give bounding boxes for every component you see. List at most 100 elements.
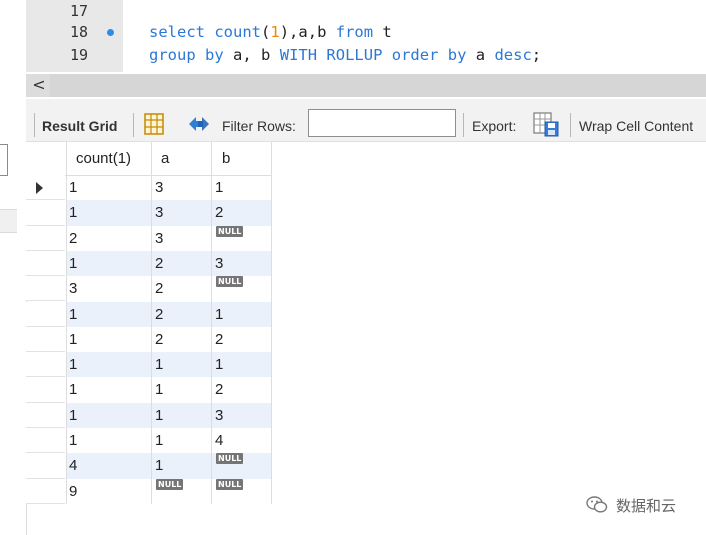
watermark-text: 数据和云 — [616, 496, 677, 515]
row-selector[interactable] — [26, 301, 65, 327]
row-background — [66, 428, 271, 453]
row-selector[interactable] — [26, 175, 65, 201]
breakpoint-dot-icon[interactable] — [107, 29, 114, 36]
table-cell[interactable]: 1 — [155, 356, 163, 373]
table-cell[interactable]: 2 — [215, 331, 223, 348]
table-cell[interactable]: 3 — [69, 280, 77, 297]
adjacent-panel — [0, 0, 18, 535]
table-cell[interactable]: 3 — [155, 204, 163, 221]
result-grid-tab[interactable]: Result Grid — [42, 117, 117, 135]
row-background — [66, 175, 271, 200]
table-cell[interactable]: 1 — [155, 407, 163, 424]
table-row[interactable]: 1 3 1 — [26, 175, 272, 201]
export-file-icon[interactable] — [533, 111, 559, 137]
table-row[interactable]: 1 2 2 — [26, 326, 272, 353]
row-selector[interactable] — [26, 377, 65, 403]
null-badge[interactable]: NULL — [216, 478, 244, 490]
table-cell[interactable]: 2 — [155, 331, 163, 348]
row-selector[interactable] — [26, 402, 65, 428]
row-background — [66, 402, 271, 428]
export-label: Export: — [472, 118, 517, 134]
row-selector[interactable] — [26, 478, 65, 504]
table-cell[interactable]: 1 — [215, 356, 223, 373]
table-row[interactable]: 1 1 3 — [26, 402, 272, 428]
table-cell[interactable]: 1 — [155, 457, 163, 474]
table-cell[interactable]: 1 — [69, 179, 77, 196]
table-row[interactable]: 1 3 2 — [26, 200, 272, 226]
filter-rows-input[interactable] — [308, 109, 456, 137]
wrap-cell-content-toggle[interactable]: Wrap Cell Content — [579, 117, 693, 135]
toolbar-separator — [34, 113, 35, 137]
table-cell[interactable]: 9 — [69, 483, 77, 500]
table-cell[interactable]: 2 — [155, 280, 163, 297]
table-row[interactable]: 2 3 NULL — [26, 225, 272, 251]
column-header-a[interactable]: a — [161, 150, 169, 167]
refresh-icon[interactable] — [186, 114, 212, 134]
table-row[interactable]: 9 NULL NULL — [26, 478, 272, 504]
table-row[interactable]: 3 2 NULL — [26, 276, 272, 302]
column-header-b[interactable]: b — [222, 150, 230, 167]
row-background — [66, 250, 271, 277]
row-selector[interactable] — [26, 453, 65, 479]
null-badge[interactable]: NULL — [216, 453, 244, 465]
scrollbar-track[interactable] — [50, 74, 706, 97]
table-row[interactable]: 1 1 2 — [26, 377, 272, 403]
table-cell[interactable]: 1 — [215, 179, 223, 196]
table-cell[interactable]: 1 — [215, 306, 223, 323]
null-badge[interactable]: NULL — [156, 478, 184, 490]
row-selector[interactable] — [26, 276, 65, 302]
row-background — [66, 352, 271, 378]
table-cell[interactable]: 3 — [155, 230, 163, 247]
row-selector[interactable] — [26, 326, 65, 353]
table-cell[interactable]: 2 — [69, 230, 77, 247]
column-separator — [151, 142, 152, 504]
null-badge[interactable]: NULL — [216, 225, 244, 237]
line-number: 19 — [70, 46, 89, 64]
code-line: 19 group by a, b WITH ROLLUP order by a … — [26, 44, 706, 67]
table-cell[interactable]: 1 — [69, 306, 77, 323]
code-text: select count(1),a,b from t — [149, 23, 392, 41]
row-selector[interactable] — [26, 352, 65, 378]
adjacent-panel-item[interactable] — [0, 209, 17, 233]
table-row[interactable]: 1 2 3 — [26, 250, 272, 277]
table-cell[interactable]: 2 — [155, 306, 163, 323]
null-badge[interactable]: NULL — [216, 276, 244, 288]
table-row[interactable]: 4 1 NULL — [26, 453, 272, 479]
table-cell[interactable]: 3 — [215, 255, 223, 272]
table-cell[interactable]: 1 — [155, 432, 163, 449]
table-cell[interactable]: 1 — [155, 381, 163, 398]
table-cell[interactable]: 2 — [155, 255, 163, 272]
table-cell[interactable]: 1 — [69, 356, 77, 373]
row-selector[interactable] — [26, 250, 65, 277]
row-selector[interactable] — [26, 225, 65, 251]
grid-layout-icon[interactable] — [144, 113, 164, 135]
table-cell[interactable]: 2 — [215, 381, 223, 398]
line-number: 17 — [70, 2, 89, 20]
result-toolbar: Result Grid Filter Rows: Export: Wrap Ce… — [26, 99, 706, 142]
table-row[interactable]: 1 1 4 — [26, 428, 272, 454]
table-cell[interactable]: 4 — [215, 432, 223, 449]
horizontal-scrollbar[interactable]: < — [26, 74, 706, 97]
table-cell[interactable]: 1 — [69, 407, 77, 424]
line-number: 18 — [70, 23, 89, 41]
table-cell[interactable]: 3 — [215, 407, 223, 424]
wechat-icon — [586, 496, 608, 513]
row-background — [66, 377, 271, 402]
table-cell[interactable]: 1 — [69, 331, 77, 348]
row-selector[interactable] — [26, 428, 65, 454]
table-row[interactable]: 1 1 1 — [26, 352, 272, 378]
table-cell[interactable]: 3 — [155, 179, 163, 196]
table-cell[interactable]: 4 — [69, 457, 77, 474]
sql-editor[interactable]: 17 18 select count(1),a,b from t 19 grou… — [26, 0, 706, 72]
row-selector[interactable] — [26, 200, 65, 226]
table-cell[interactable]: 1 — [69, 204, 77, 221]
scroll-left-arrow-icon[interactable]: < — [30, 75, 48, 95]
table-cell[interactable]: 1 — [69, 255, 77, 272]
table-cell[interactable]: 2 — [215, 204, 223, 221]
adjacent-panel-field[interactable] — [0, 144, 8, 176]
table-cell[interactable]: 1 — [69, 432, 77, 449]
column-header-count[interactable]: count(1) — [76, 150, 131, 167]
current-row-pointer-icon — [36, 182, 43, 194]
table-row[interactable]: 1 2 1 — [26, 301, 272, 327]
table-cell[interactable]: 1 — [69, 381, 77, 398]
